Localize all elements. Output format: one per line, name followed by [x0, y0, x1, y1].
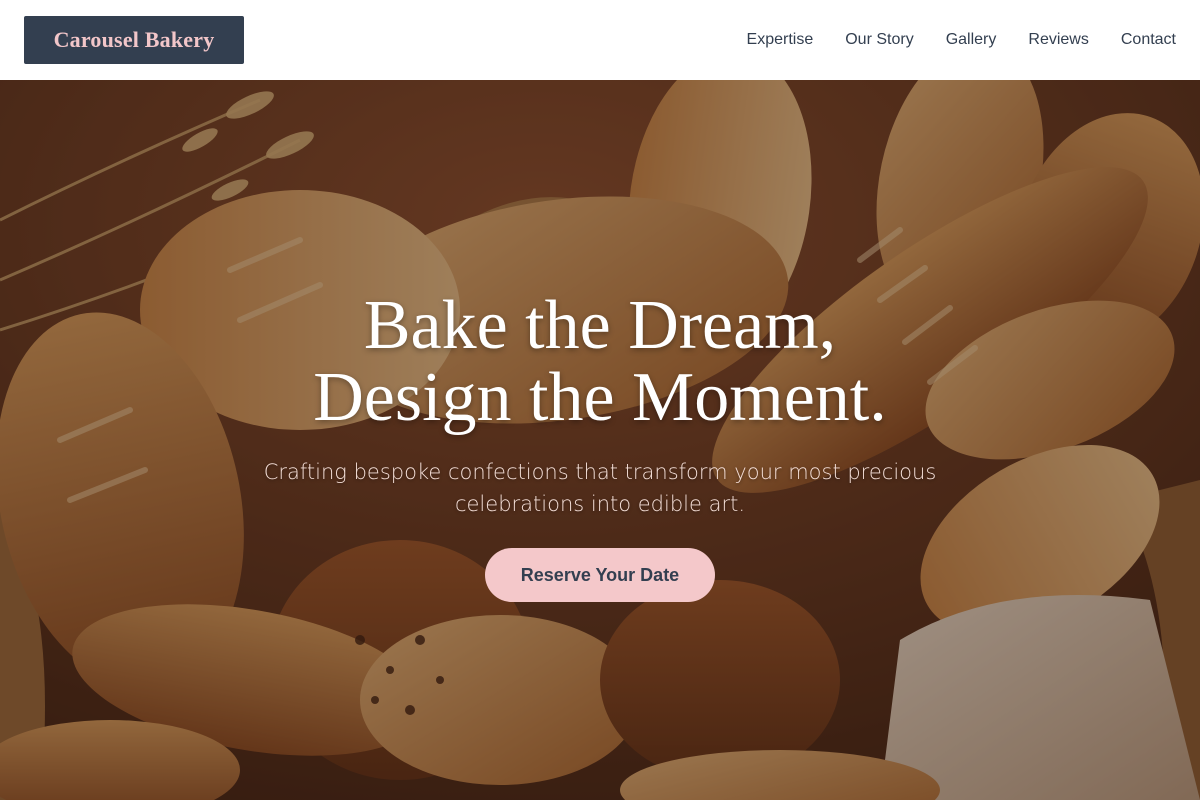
- site-header: Carousel Bakery Expertise Our Story Gall…: [0, 0, 1200, 80]
- hero-subtitle: Crafting bespoke confections that transf…: [263, 460, 937, 516]
- hero-title: Bake the Dream, Design the Moment.: [0, 290, 1200, 434]
- hero-title-line1: Bake the Dream,: [363, 287, 837, 364]
- brand-logo[interactable]: Carousel Bakery: [24, 16, 244, 64]
- nav-reviews[interactable]: Reviews: [1028, 31, 1088, 49]
- hero-title-line2: Design the Moment.: [313, 359, 887, 436]
- reserve-date-button[interactable]: Reserve Your Date: [485, 548, 715, 602]
- nav-expertise[interactable]: Expertise: [747, 31, 814, 49]
- hero-section: Bake the Dream, Design the Moment. Craft…: [0, 80, 1200, 800]
- brand-name: Carousel Bakery: [53, 27, 215, 52]
- nav-our-story[interactable]: Our Story: [845, 31, 913, 49]
- nav-contact[interactable]: Contact: [1121, 31, 1176, 49]
- nav-gallery[interactable]: Gallery: [946, 31, 997, 49]
- main-nav: Expertise Our Story Gallery Reviews Cont…: [747, 31, 1176, 49]
- hero-content: Bake the Dream, Design the Moment. Craft…: [0, 290, 1200, 602]
